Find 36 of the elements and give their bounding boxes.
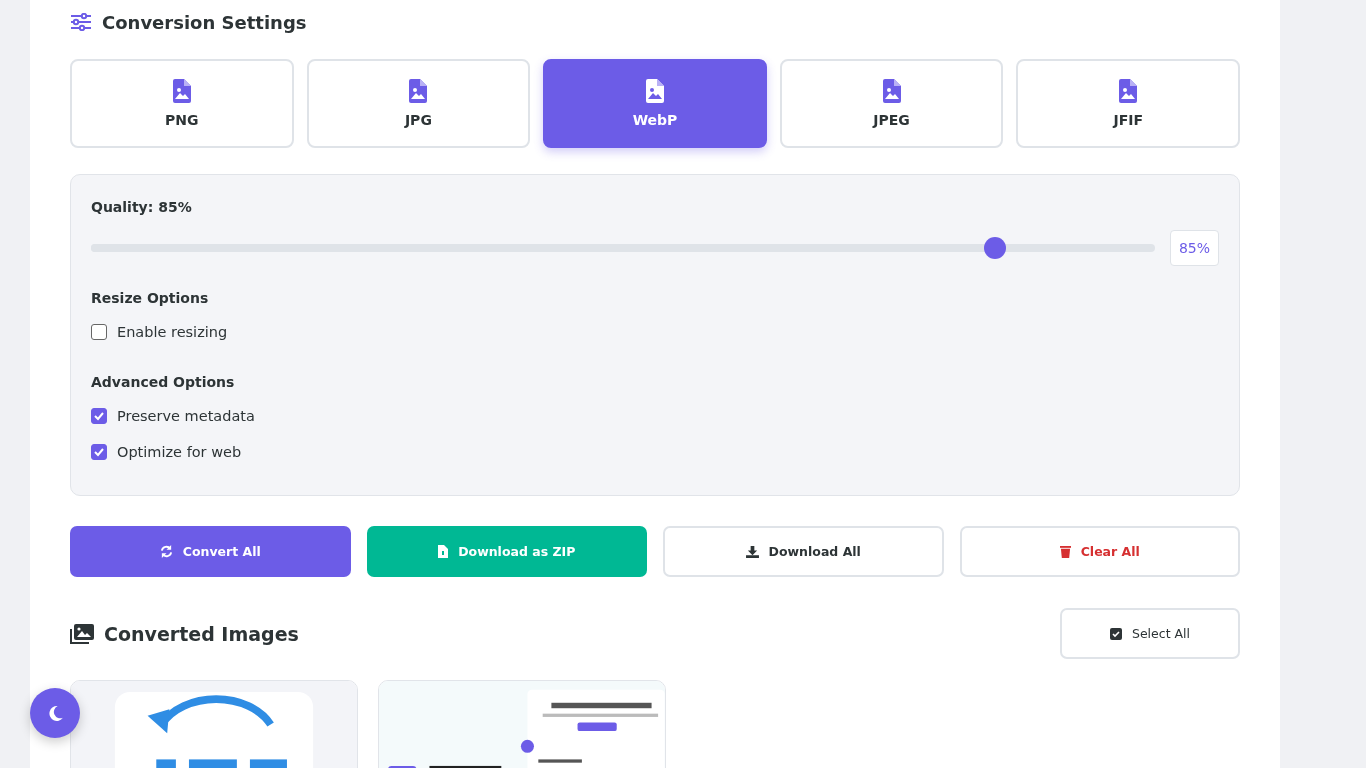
image-file-icon: [172, 79, 191, 103]
quality-slider[interactable]: [91, 237, 1155, 259]
section-title: Conversion Settings: [102, 11, 307, 33]
format-option[interactable]: JPEG: [779, 59, 1004, 148]
slider-thumb[interactable]: [984, 237, 1007, 259]
quality-value: 85%: [1169, 230, 1219, 266]
image-file-icon: [646, 79, 664, 103]
checkbox-label: Optimize for web: [117, 444, 242, 460]
checkbox[interactable]: [91, 408, 107, 424]
refresh-icon: [159, 545, 173, 558]
moon-icon: [46, 704, 64, 722]
trash-icon: [1059, 545, 1071, 558]
checkbox-label: Enable resizing: [117, 324, 228, 340]
group-heading: Resize Options: [91, 290, 210, 306]
section-title: Converted Images: [104, 622, 299, 645]
images-icon: [70, 623, 94, 644]
checkbox[interactable]: [91, 324, 107, 340]
group-heading: Advanced Options: [91, 374, 236, 390]
sliders-icon: [70, 13, 92, 31]
checkbox[interactable]: [91, 444, 107, 460]
clear-button[interactable]: Clear All: [959, 526, 1240, 577]
file-icon: [438, 545, 449, 558]
image-file-icon: [882, 79, 901, 103]
format-option[interactable]: JPG: [306, 59, 531, 148]
download-icon: [745, 545, 759, 558]
format-option[interactable]: JFIF: [1016, 59, 1240, 148]
convert-button[interactable]: Convert All: [70, 526, 351, 577]
image-file-icon: [409, 79, 428, 103]
quality-label: Quality: 85%: [91, 199, 193, 215]
download-button[interactable]: Download All: [663, 526, 944, 577]
select-all-button[interactable]: Select All: [1060, 608, 1240, 659]
format-option[interactable]: PNG: [70, 59, 294, 148]
checkbox-label: Preserve metadata: [117, 408, 255, 424]
image-file-icon: [1119, 79, 1138, 103]
checkbox-icon: [1109, 627, 1122, 640]
format-option[interactable]: WebP: [543, 59, 767, 148]
